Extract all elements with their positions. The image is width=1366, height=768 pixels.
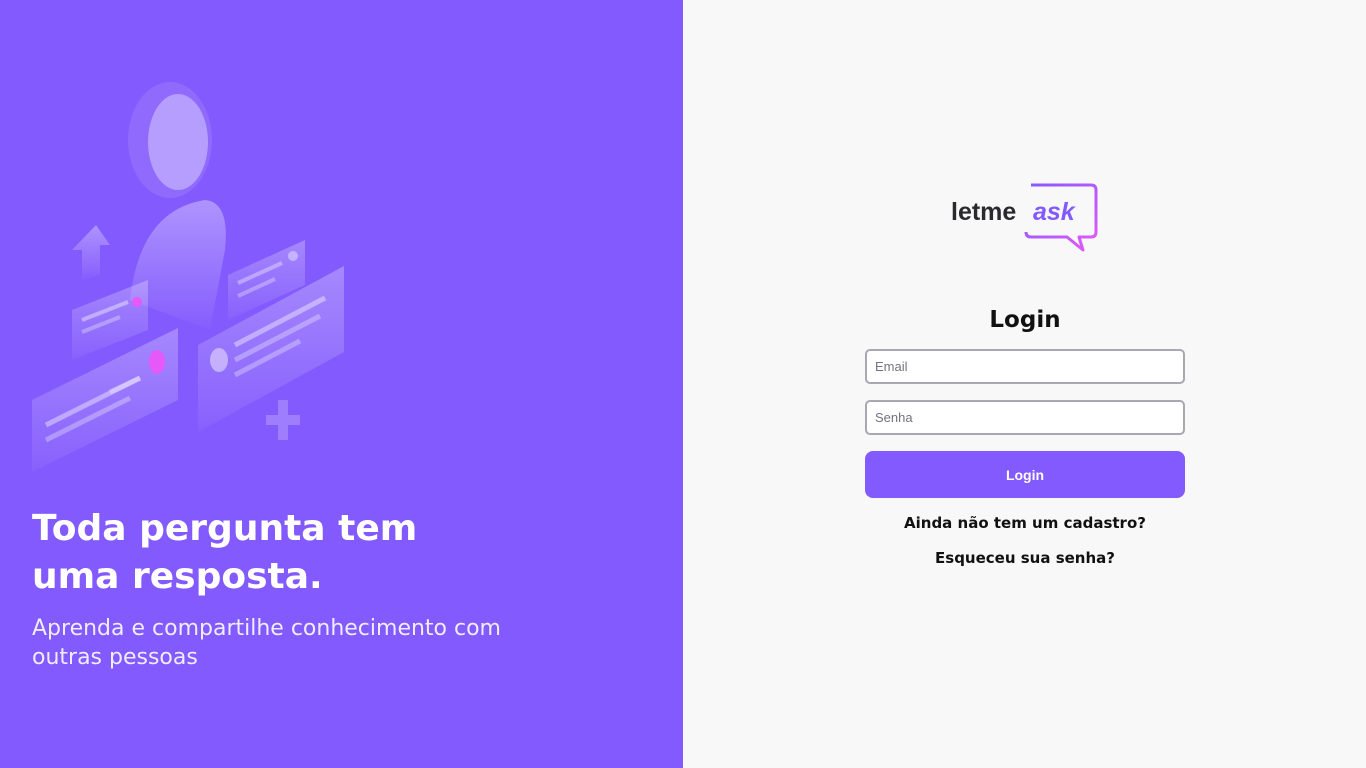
- hero-subline: Aprenda e compartilhe conhecimento com o…: [32, 616, 501, 670]
- headline-line-2: uma resposta.: [32, 556, 323, 597]
- aside-panel: Toda pergunta tem uma resposta. Aprenda …: [0, 0, 683, 768]
- hero-headline: Toda pergunta tem uma resposta.: [32, 505, 492, 601]
- password-field[interactable]: [865, 400, 1185, 435]
- arrow-up-shape: [72, 225, 110, 280]
- logo-text-letme: letme: [951, 198, 1016, 226]
- headline-line-1: Toda pergunta tem: [32, 508, 418, 549]
- forgot-password-link[interactable]: Esqueceu sua senha?: [865, 548, 1185, 568]
- email-field[interactable]: [865, 349, 1185, 384]
- questions-answers-illustration: [32, 82, 344, 472]
- card-large-left: [32, 328, 178, 472]
- letmeask-logo: letme ask: [951, 183, 1098, 252]
- register-link[interactable]: Ainda não tem um cadastro?: [865, 513, 1185, 533]
- login-title: Login: [989, 307, 1061, 333]
- login-panel: letme ask Login Login Ainda não tem um c…: [683, 0, 1366, 768]
- pink-dot-large: [149, 350, 165, 374]
- login-button[interactable]: Login: [865, 451, 1185, 498]
- pink-dot: [132, 297, 142, 307]
- plus-shape: [266, 400, 300, 440]
- logo-text-ask: ask: [1033, 198, 1076, 226]
